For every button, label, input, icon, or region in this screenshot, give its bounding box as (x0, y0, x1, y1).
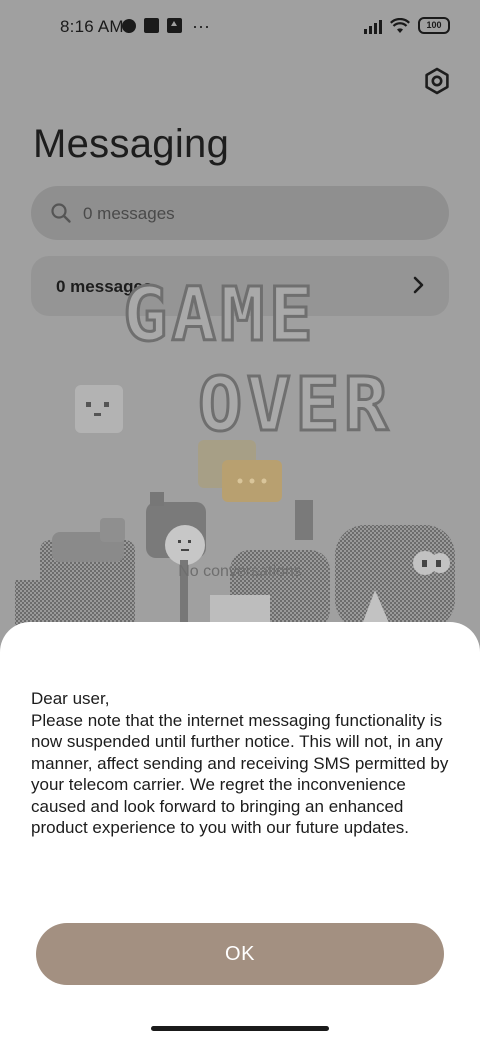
upload-notification-icon (167, 18, 182, 33)
more-notifications-icon: ··· (192, 15, 210, 36)
status-bar: 8:16 AM ··· 100 (0, 0, 480, 56)
messaging-screen: 8:16 AM ··· 100 Messaging 0 messages 0 m… (0, 0, 480, 1040)
ok-button[interactable]: OK (36, 923, 444, 985)
search-icon (51, 203, 71, 223)
page-title: Messaging (33, 122, 230, 166)
game-over-illustration: GAME OVER (15, 271, 455, 630)
notice-dialog: Dear user, Please note that the internet… (0, 622, 480, 1040)
app-notification-icon (144, 18, 159, 33)
search-input[interactable] (81, 186, 425, 242)
settings-icon (425, 67, 449, 95)
home-indicator[interactable] (151, 1026, 329, 1031)
battery-icon: 100 (418, 17, 450, 34)
wifi-icon (390, 17, 410, 34)
empty-state-label: No conversations (178, 563, 302, 580)
pixel-flower-character (146, 492, 206, 630)
notice-greeting: Dear user, (31, 689, 110, 708)
status-time: 8:16 AM (60, 17, 124, 36)
notice-body: Please note that the internet messaging … (31, 710, 449, 838)
signal-icon (364, 18, 382, 34)
pixel-ghost (75, 385, 123, 433)
chat-bubbles (198, 440, 282, 502)
search-bar[interactable] (31, 186, 449, 242)
game-over-line1: GAME (123, 272, 317, 358)
status-system-icons: 100 (364, 17, 450, 34)
status-notification-icons: ··· (122, 15, 210, 36)
notice-text: Dear user, Please note that the internet… (31, 688, 461, 839)
settings-button[interactable] (422, 66, 452, 96)
game-over-line2: OVER (198, 362, 392, 448)
vpn-status-icon (122, 18, 136, 33)
